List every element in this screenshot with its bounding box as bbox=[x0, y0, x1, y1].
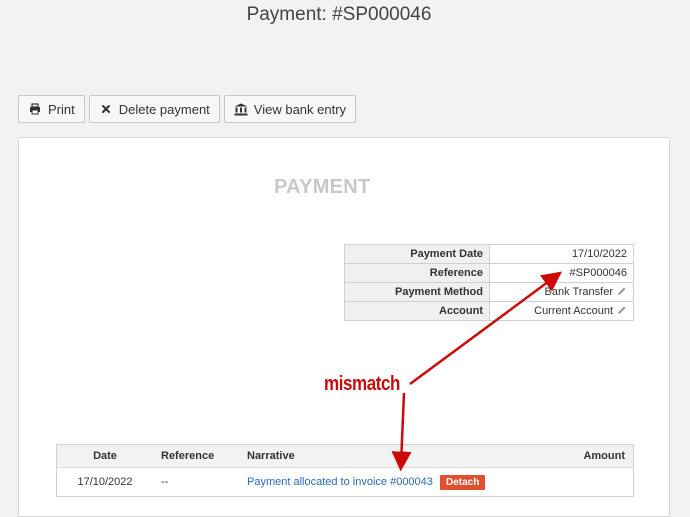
invoice-link[interactable]: Payment allocated to invoice #000043 bbox=[247, 476, 433, 488]
detail-row-reference: Reference #SP000046 bbox=[344, 263, 634, 283]
column-header-reference: Reference bbox=[153, 444, 239, 468]
detail-value-text: #SP000046 bbox=[569, 267, 628, 279]
detail-row-payment-date: Payment Date 17/10/2022 bbox=[344, 244, 634, 264]
column-header-amount: Amount bbox=[560, 444, 634, 468]
payment-method-value: Bank Transfer bbox=[489, 282, 634, 302]
page-title: Payment: #SP000046 bbox=[246, 4, 432, 25]
detail-row-payment-method: Payment Method Bank Transfer bbox=[344, 282, 634, 302]
printer-icon bbox=[28, 102, 42, 116]
reference-value: #SP000046 bbox=[489, 263, 634, 283]
detach-button[interactable]: Detach bbox=[439, 474, 486, 490]
mismatch-annotation: mismatch bbox=[324, 373, 400, 395]
row-narrative: Payment allocated to invoice #000043 Det… bbox=[239, 467, 561, 497]
print-button[interactable]: Print bbox=[18, 95, 85, 123]
pencil-icon[interactable] bbox=[617, 305, 627, 318]
delete-payment-button[interactable]: Delete payment bbox=[88, 95, 220, 123]
view-bank-entry-button[interactable]: View bank entry bbox=[223, 95, 357, 123]
detail-row-account: Account Current Account bbox=[344, 301, 634, 321]
account-value: Current Account bbox=[489, 301, 634, 321]
pencil-icon[interactable] bbox=[617, 286, 627, 299]
document-heading: PAYMENT bbox=[274, 176, 371, 198]
table-header-row: Date Reference Narrative Amount bbox=[56, 444, 634, 468]
bank-icon bbox=[234, 102, 248, 116]
view-bank-entry-label: View bank entry bbox=[253, 101, 347, 117]
row-amount bbox=[560, 467, 634, 497]
row-reference: -- bbox=[153, 467, 239, 497]
delete-payment-label: Delete payment bbox=[118, 101, 210, 117]
column-header-narrative: Narrative bbox=[239, 444, 561, 468]
detail-label: Payment Method bbox=[344, 282, 490, 302]
row-date: 17/10/2022 bbox=[56, 467, 153, 497]
payment-details-table: Payment Date 17/10/2022 Reference #SP000… bbox=[344, 244, 634, 321]
detail-label: Payment Date bbox=[344, 244, 490, 264]
detail-label: Reference bbox=[344, 263, 490, 283]
detail-value-text: Bank Transfer bbox=[544, 285, 613, 298]
column-header-date: Date bbox=[56, 444, 153, 468]
detail-value-text: 17/10/2022 bbox=[571, 248, 627, 260]
close-icon bbox=[99, 102, 113, 116]
print-label: Print bbox=[48, 101, 75, 117]
toolbar: Print Delete payment View bank entry bbox=[18, 95, 357, 123]
detail-label: Account bbox=[344, 301, 490, 321]
payment-date-value: 17/10/2022 bbox=[489, 244, 634, 264]
allocations-table: Date Reference Narrative Amount 17/10/20… bbox=[56, 444, 634, 497]
detail-value-text: Current Account bbox=[534, 304, 613, 317]
table-row: 17/10/2022 -- Payment allocated to invoi… bbox=[56, 467, 634, 497]
